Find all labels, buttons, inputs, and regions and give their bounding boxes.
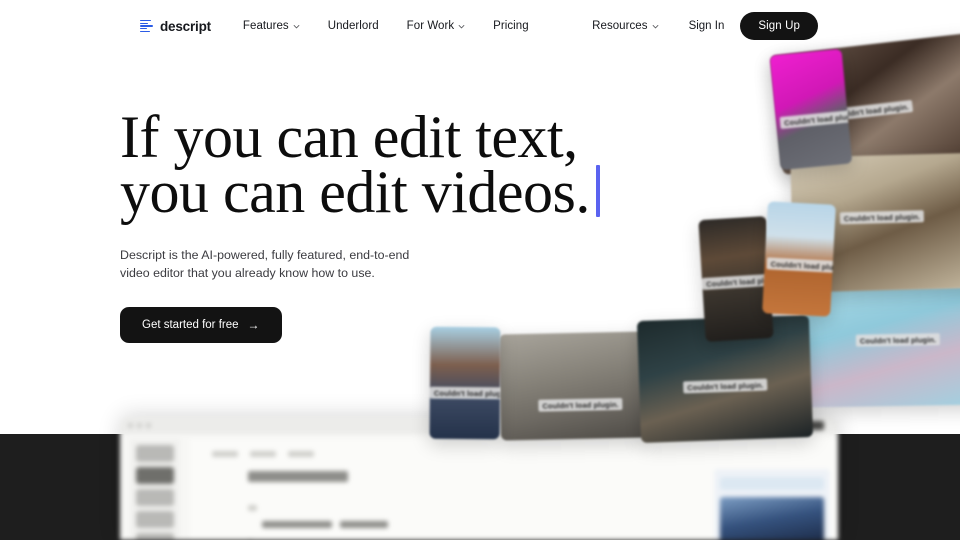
editor-side-panel [714,469,830,540]
nav-item-label: Underlord [327,20,379,32]
hero-subheading: Descript is the AI-powered, fully featur… [120,248,410,280]
headline-line-1: If you can edit text, [120,104,578,170]
transcript-heading [248,471,348,482]
editor-scene-rail [130,439,180,540]
nav-item-label: Pricing [493,20,529,32]
scene-thumb [136,511,174,528]
nav-item-features[interactable]: Features [229,14,314,38]
transcript-line [340,521,388,528]
speaker-label [248,505,257,511]
video-card-magenta-duo: Couldn't load plugin. [769,48,853,171]
video-card-sky-portrait: Couldn't load plugin. [762,201,836,317]
video-thumbnail [429,326,501,440]
nav-item-for-work[interactable]: For Work [393,14,479,38]
scene-thumb [136,445,174,462]
nav-links: Features Underlord For Work Pricing [229,14,543,38]
scene-thumb [136,533,174,540]
plugin-error-label: Couldn't load plugin. [839,210,925,225]
video-card-grey-room: Couldn't load plugin. [498,331,647,441]
nav-item-pricing[interactable]: Pricing [479,14,543,38]
nav-item-label: Features [242,20,289,32]
plugin-error-label: Couldn't load plugin. [855,333,941,347]
arrow-right-icon: → [247,318,260,332]
headline-line-2: you can edit videos. [120,159,590,225]
video-card-dark-portrait: Couldn't load plugin. [698,216,774,342]
top-navigation: descript Features Underlord For Work Pricin… [0,0,960,52]
text-cursor-icon [595,165,600,217]
panel-video-thumb [720,497,824,540]
nav-item-label: Resources [592,20,648,32]
nav-item-label: For Work [406,20,455,32]
plugin-error-label: Couldn't load plugin. [538,397,623,412]
brand-name: descript [160,18,211,34]
scene-thumb [136,467,174,484]
nav-item-resources[interactable]: Resources [578,14,672,38]
toolbar-item [212,451,238,457]
landing-page: Couldn't load plugin. Couldn't load plugi… [0,0,960,540]
descript-logo[interactable]: descript [139,18,211,34]
toolbar-item [250,451,276,457]
sign-in-link[interactable]: Sign In [677,14,737,38]
hero-section: If you can edit text, you can edit video… [120,104,600,343]
sign-up-button[interactable]: Sign Up [740,12,818,40]
chevron-down-icon [652,24,658,28]
editor-transcript [190,439,838,540]
page-title: If you can edit text, you can edit video… [120,104,600,225]
descript-waveform-icon [139,18,154,34]
panel-search-field [720,477,824,490]
chevron-down-icon [458,24,465,28]
video-card-blue-portrait: Couldn't load plugin. [429,326,501,440]
transcript-line [262,521,332,528]
get-started-label: Get started for free [142,319,239,331]
toolbar-item [288,451,314,457]
video-thumbnail [769,48,853,171]
nav-item-underlord[interactable]: Underlord [314,14,393,38]
video-thumbnail [498,331,647,441]
scene-thumb [136,489,174,506]
plugin-error-label: Couldn't load plugin. [429,386,501,400]
get-started-button[interactable]: Get started for free → [120,307,282,343]
chevron-down-icon [293,24,300,28]
